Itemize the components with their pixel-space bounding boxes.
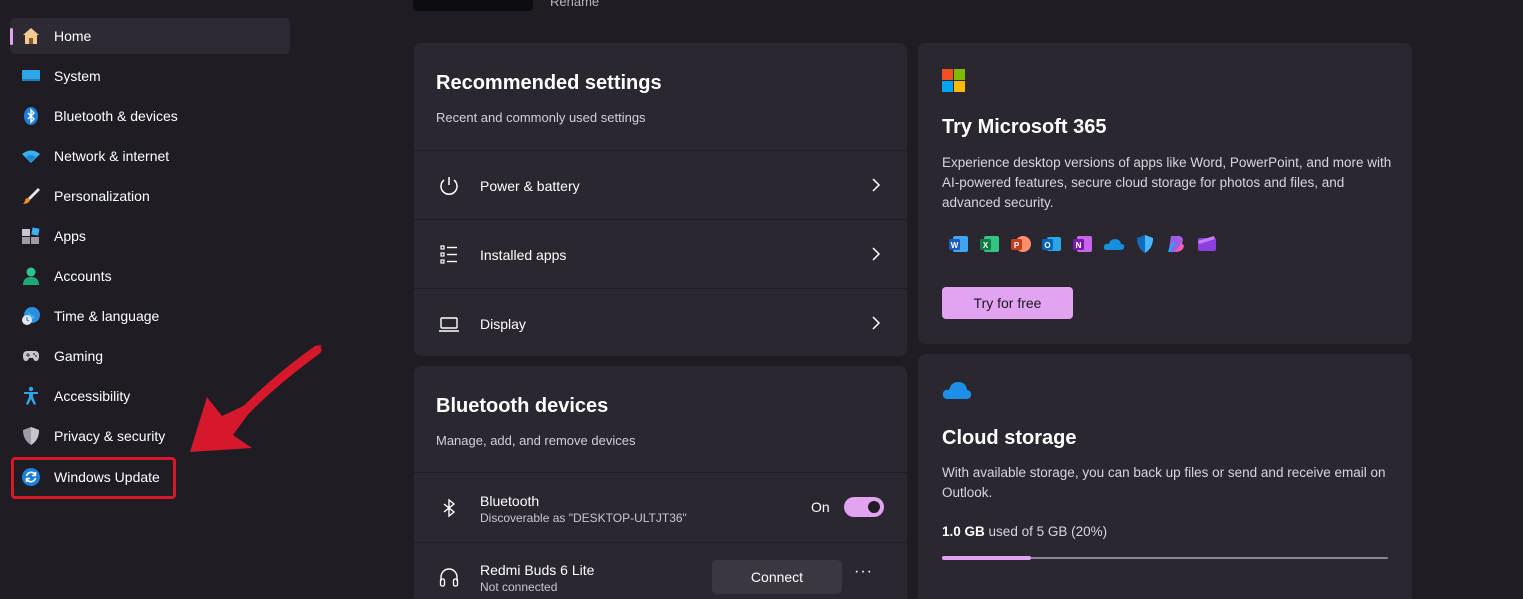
card-title: Cloud storage — [942, 427, 1077, 449]
row-display[interactable]: Display — [414, 289, 907, 356]
sidebar-item-bluetooth[interactable]: Bluetooth & devices — [10, 98, 290, 134]
copilot-icon — [1165, 233, 1187, 255]
power-icon — [438, 175, 460, 197]
bluetooth-label: Bluetooth — [480, 493, 540, 509]
chevron-right-icon — [872, 178, 881, 192]
storage-progress-fill — [942, 556, 1032, 560]
clipchamp-icon — [1196, 233, 1218, 255]
annotation-highlight-box — [11, 457, 176, 499]
bluetooth-toggle[interactable] — [844, 497, 884, 517]
onenote-icon: N — [1072, 233, 1094, 255]
laptop-icon — [438, 313, 460, 335]
sidebar-item-label: Home — [54, 28, 92, 44]
more-options-button[interactable]: ··· — [854, 563, 872, 583]
microsoft-365-card: Try Microsoft 365 Experience desktop ver… — [918, 43, 1412, 344]
settings-window: Rename Home System Bluetooth & devices N… — [0, 0, 1523, 599]
card-title: Try Microsoft 365 — [942, 116, 1107, 138]
sidebar-item-time-language[interactable]: Time & language — [10, 298, 290, 334]
sidebar-item-label: Gaming — [54, 348, 104, 364]
svg-text:N: N — [1076, 241, 1082, 250]
recommended-settings-card: Recommended settings Recent and commonly… — [414, 43, 907, 356]
card-title: Bluetooth devices — [436, 395, 609, 417]
m365-app-icons: W X P O N — [948, 233, 1218, 255]
device-status: Not connected — [480, 580, 558, 594]
row-label: Display — [480, 316, 526, 332]
sidebar-nav: Home System Bluetooth & devices Network … — [0, 0, 322, 599]
sidebar-item-label: Accounts — [54, 268, 112, 284]
row-power-battery[interactable]: Power & battery — [414, 151, 907, 219]
sidebar-item-label: Personalization — [54, 188, 150, 204]
sidebar-item-system[interactable]: System — [10, 58, 290, 94]
svg-text:X: X — [983, 241, 989, 250]
sidebar-item-home[interactable]: Home — [10, 18, 290, 54]
annotation-arrow-icon — [190, 344, 322, 452]
sidebar-item-label: System — [54, 68, 101, 84]
sidebar-item-personalization[interactable]: Personalization — [10, 178, 290, 214]
word-icon: W — [948, 233, 970, 255]
bluetooth-devices-card: Bluetooth devices Manage, add, and remov… — [414, 366, 907, 599]
bluetooth-icon — [21, 106, 41, 126]
sidebar-item-label: Network & internet — [54, 148, 170, 164]
cloud-storage-card: Cloud storage With available storage, yo… — [918, 354, 1412, 599]
cloud-icon — [942, 382, 972, 399]
list-icon — [438, 244, 460, 266]
bluetooth-icon — [438, 497, 460, 519]
rename-link[interactable]: Rename — [550, 0, 599, 9]
storage-usage-text: 1.0 GB used of 5 GB (20%) — [942, 524, 1107, 539]
sidebar-item-label: Privacy & security — [54, 428, 166, 444]
sidebar-item-label: Bluetooth & devices — [54, 108, 178, 124]
storage-progress-bar — [942, 556, 1388, 560]
row-label: Installed apps — [480, 247, 567, 263]
bluetooth-discoverable-text: Discoverable as "DESKTOP-ULTJT36" — [480, 511, 687, 525]
wallpaper-thumbnail[interactable] — [413, 0, 533, 11]
sidebar-item-label: Apps — [54, 228, 86, 244]
svg-text:O: O — [1044, 241, 1050, 250]
globe-clock-icon — [21, 306, 41, 326]
powerpoint-icon: P — [1010, 233, 1032, 255]
excel-icon: X — [979, 233, 1001, 255]
wifi-icon — [21, 146, 41, 166]
storage-used-detail: used of 5 GB (20%) — [988, 524, 1108, 539]
system-icon — [21, 66, 41, 86]
person-icon — [21, 266, 41, 286]
sidebar-item-label: Time & language — [54, 308, 160, 324]
device-name: Redmi Buds 6 Lite — [480, 562, 595, 578]
storage-used-amount: 1.0 GB — [942, 524, 985, 539]
sidebar-item-label: Accessibility — [54, 388, 131, 404]
defender-icon — [1134, 233, 1156, 255]
row-installed-apps[interactable]: Installed apps — [414, 220, 907, 288]
chevron-right-icon — [872, 247, 881, 261]
connect-button[interactable]: Connect — [712, 560, 842, 594]
card-subtitle: Manage, add, and remove devices — [436, 433, 636, 448]
svg-text:P: P — [1014, 241, 1020, 250]
svg-text:W: W — [951, 241, 959, 250]
card-description: With available storage, you can back up … — [942, 465, 1386, 500]
toggle-knob — [868, 501, 880, 513]
apps-icon — [21, 226, 41, 246]
selection-indicator — [10, 28, 13, 45]
chevron-right-icon — [872, 316, 881, 330]
shield-icon — [21, 426, 41, 446]
home-icon — [21, 26, 41, 46]
outlook-icon: O — [1041, 233, 1063, 255]
headphones-icon — [438, 566, 460, 588]
row-label: Power & battery — [480, 178, 580, 194]
bluetooth-toggle-state: On — [811, 499, 830, 515]
microsoft-logo-icon — [942, 69, 965, 92]
card-title: Recommended settings — [436, 72, 662, 94]
card-description: Experience desktop versions of apps like… — [942, 155, 1392, 210]
accessibility-icon — [21, 386, 41, 406]
gamepad-icon — [21, 346, 41, 366]
sidebar-item-apps[interactable]: Apps — [10, 218, 290, 254]
sidebar-item-network[interactable]: Network & internet — [10, 138, 290, 174]
onedrive-icon — [1103, 233, 1125, 255]
brush-icon — [21, 186, 41, 206]
card-subtitle: Recent and commonly used settings — [436, 110, 646, 125]
sidebar-item-accounts[interactable]: Accounts — [10, 258, 290, 294]
try-for-free-button[interactable]: Try for free — [942, 287, 1073, 319]
